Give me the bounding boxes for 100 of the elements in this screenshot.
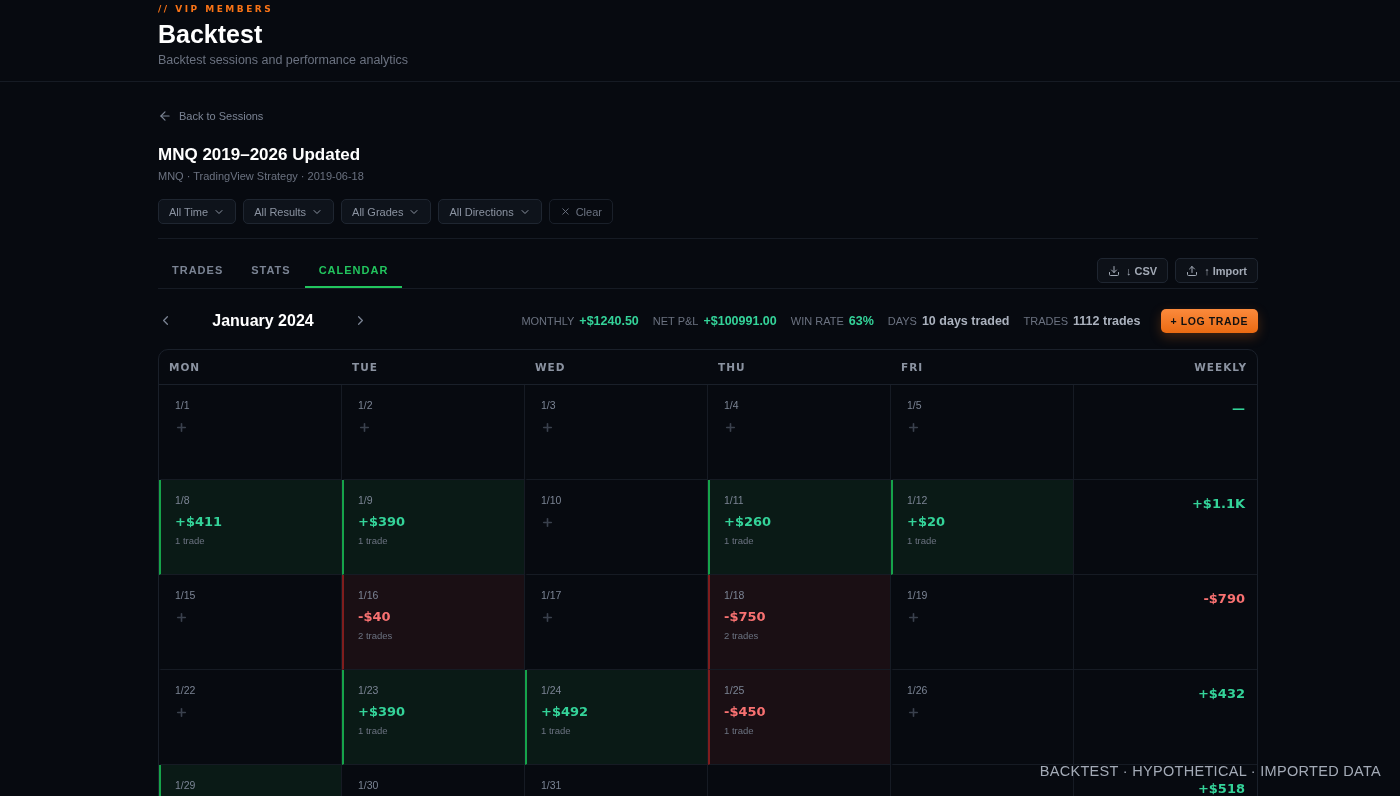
session-title: MNQ 2019–2026 Updated	[158, 145, 362, 165]
trade-count: 1 trade	[724, 725, 754, 736]
tab[interactable]: TRADES	[158, 258, 238, 288]
trade-count: 1 trade	[175, 535, 205, 546]
day-pnl: +$390	[358, 514, 406, 529]
trade-count: 1 trade	[358, 535, 388, 546]
tab[interactable]: CALENDAR	[304, 258, 403, 288]
day-date: 1/11	[724, 494, 744, 506]
trade-count: 1 trade	[724, 535, 754, 546]
day-cell[interactable]: 1/18 -$750 2 trades	[708, 575, 891, 670]
day-date: 1/30	[358, 779, 379, 791]
day-cell[interactable]: 1/11 +$260 1 trade	[708, 480, 891, 575]
page-title: Backtest	[158, 20, 264, 49]
stat-value: +$100991.00	[703, 313, 777, 328]
trade-count: 2 trades	[724, 630, 759, 641]
add-icon[interactable]	[907, 421, 920, 434]
stat-label: WIN RATE	[790, 314, 844, 327]
day-date: 1/15	[175, 589, 196, 601]
day-date: 1/2	[358, 399, 373, 411]
filter-dropdown[interactable]: All Time	[158, 199, 237, 224]
day-date: 1/26	[907, 684, 928, 696]
column-header: TUE	[342, 350, 525, 385]
column-header: WEEKLY	[1074, 350, 1257, 385]
day-pnl: -$750	[724, 609, 766, 624]
day-date: 1/22	[175, 684, 196, 696]
stat-value: 63%	[848, 313, 874, 328]
day-cell[interactable]: 1/31	[525, 765, 708, 796]
day-date: 1/10	[541, 494, 562, 506]
column-header: WED	[525, 350, 708, 385]
page-subtitle: Backtest sessions and performance analytics	[158, 53, 410, 67]
day-cell[interactable]: 1/8 +$411 1 trade	[159, 480, 342, 575]
day-date: 1/25	[724, 684, 745, 696]
day-date: 1/16	[358, 589, 379, 601]
day-cell[interactable]: 1/26	[891, 670, 1074, 765]
weekly-total: —	[1232, 401, 1245, 416]
weekly-total: +$1.1K	[1191, 496, 1245, 511]
day-pnl: +$20	[907, 514, 946, 529]
tab[interactable]: STATS	[237, 258, 305, 288]
section-eyebrow: // VIP MEMBERS	[158, 4, 275, 14]
trade-count: 1 trade	[541, 725, 571, 736]
day-date: 1/9	[358, 494, 373, 506]
day-date: 1/29	[175, 779, 196, 791]
stat-label: NET P&L	[652, 314, 699, 327]
day-date: 1/18	[724, 589, 745, 601]
day-date: 1/8	[175, 494, 190, 506]
day-date: 1/3	[541, 399, 556, 411]
day-cell[interactable]: 1/24 +$492 1 trade	[525, 670, 708, 765]
day-date: 1/12	[907, 494, 928, 506]
stat-value: 1112 trades	[1073, 313, 1141, 328]
add-icon[interactable]	[175, 611, 188, 624]
day-cell[interactable]: 1/29	[159, 765, 342, 796]
weekly-total: -$790	[1203, 591, 1245, 606]
filter-dropdown[interactable]: All Directions	[438, 199, 542, 224]
stat-label: TRADES	[1023, 314, 1069, 327]
day-date: 1/5	[907, 399, 922, 411]
day-cell[interactable]: 1/23 +$390 1 trade	[342, 670, 525, 765]
add-icon[interactable]	[175, 706, 188, 719]
column-header: MON	[159, 350, 342, 385]
day-cell[interactable]: 1/16 -$40 2 trades	[342, 575, 525, 670]
day-pnl: +$390	[358, 704, 406, 719]
column-header: THU	[708, 350, 891, 385]
add-icon[interactable]	[541, 516, 554, 529]
add-icon[interactable]	[541, 611, 554, 624]
trade-count: 1 trade	[907, 535, 937, 546]
log-trade-button[interactable]: + LOG TRADE	[1160, 308, 1258, 333]
day-cell[interactable]: 1/30	[342, 765, 525, 796]
add-icon[interactable]	[541, 421, 554, 434]
stat-label: DAYS	[887, 314, 917, 327]
add-icon[interactable]	[724, 421, 737, 434]
add-icon[interactable]	[175, 421, 188, 434]
stat-label: MONTHLY	[521, 314, 575, 327]
disclaimer-label: BACKTEST · HYPOTHETICAL · IMPORTED DATA	[1039, 763, 1381, 779]
day-date: 1/23	[358, 684, 379, 696]
close-icon	[559, 206, 571, 217]
day-date: 1/17	[541, 589, 562, 601]
filter-dropdown[interactable]: All Grades	[341, 199, 432, 224]
download-icon	[1108, 264, 1121, 277]
upload-icon	[1186, 264, 1199, 277]
day-cell[interactable]: 1/25 -$450 1 trade	[708, 670, 891, 765]
day-cell[interactable]: 1/19	[891, 575, 1074, 670]
day-date: 1/1	[175, 399, 190, 411]
clear-button[interactable]: Clear	[548, 199, 613, 224]
add-icon[interactable]	[358, 421, 371, 434]
day-pnl: +$492	[541, 704, 589, 719]
day-date: 1/4	[724, 399, 739, 411]
day-date: 1/24	[541, 684, 562, 696]
add-icon[interactable]	[907, 611, 920, 624]
import-button[interactable]: ↑ Import	[1175, 258, 1258, 283]
day-pnl: -$450	[724, 704, 766, 719]
day-cell[interactable]: 1/3	[525, 385, 708, 480]
back-link[interactable]: Back to Sessions	[158, 109, 264, 123]
day-cell[interactable]: 1/12 +$20 1 trade	[891, 480, 1074, 575]
filter-dropdown[interactable]: All Results	[243, 199, 335, 224]
month-title: January 2024	[211, 311, 315, 330]
add-icon[interactable]	[907, 706, 920, 719]
day-pnl: +$260	[724, 514, 772, 529]
export-button[interactable]: ↓ CSV	[1097, 258, 1169, 283]
day-cell[interactable]: 1/9 +$390 1 trade	[342, 480, 525, 575]
column-header: FRI	[891, 350, 1074, 385]
weekly-total: +$432	[1197, 686, 1245, 701]
